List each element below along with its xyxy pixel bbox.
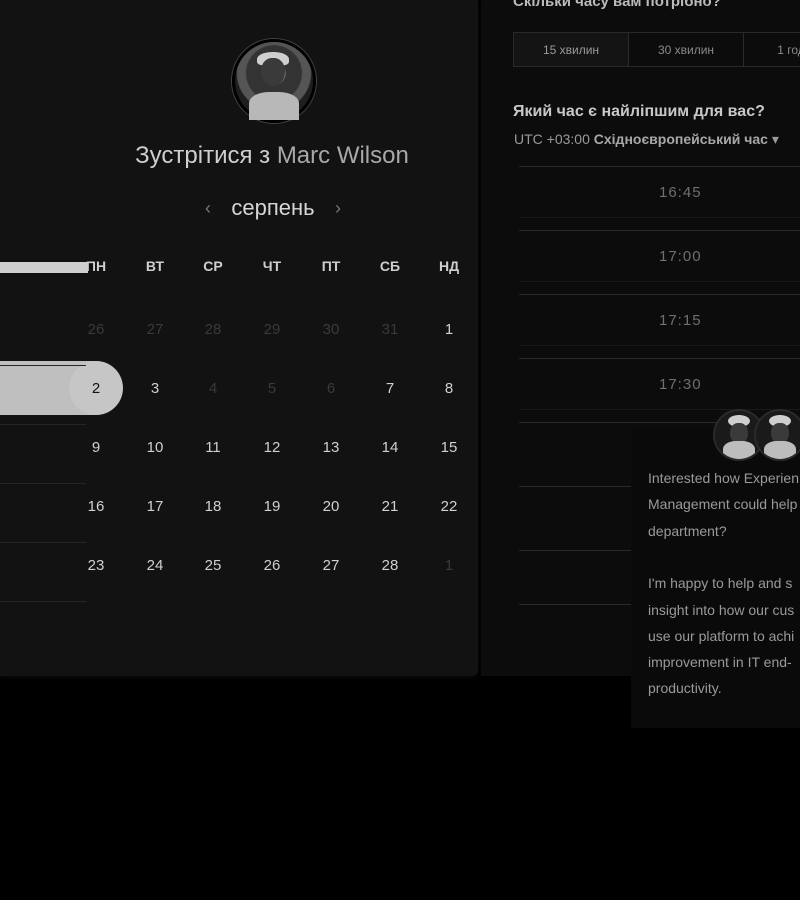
weekday-label: ПН — [85, 258, 107, 274]
avatar-face — [730, 423, 748, 443]
chat-message-line: productivity. — [648, 680, 722, 697]
calendar-day[interactable]: 15 — [429, 436, 469, 460]
avatar-face — [771, 423, 789, 443]
calendar-day: 4 — [208, 380, 218, 397]
calendar-day[interactable]: 20 — [311, 495, 351, 519]
weekday-label: ПТ — [321, 258, 341, 274]
calendar-day: 28 — [204, 321, 222, 338]
weekday-label: СБ — [379, 258, 401, 274]
calendar-day: 29 — [263, 321, 281, 338]
duration-option[interactable]: 30 хвилин — [629, 33, 744, 66]
meeting-title: Зустрітися з Marc Wilson — [0, 142, 478, 170]
time-slot[interactable]: 17:15 — [519, 294, 800, 346]
duration-option[interactable]: 1 година — [744, 33, 800, 66]
calendar-day[interactable]: 10 — [135, 436, 175, 460]
calendar-day[interactable]: 1 — [429, 318, 469, 342]
calendar-day[interactable]: 7 — [370, 377, 410, 401]
calendar-day: 6 — [326, 380, 336, 397]
next-month-icon[interactable]: › — [330, 198, 346, 219]
time-question: Який час є найліпшим для вас? — [513, 103, 765, 120]
calendar-day[interactable]: 17 — [135, 495, 175, 519]
week-divider — [0, 365, 86, 366]
calendar-day[interactable]: 26 — [252, 554, 292, 578]
calendar-day: 31 — [381, 321, 399, 338]
calendar-day[interactable]: 22 — [429, 495, 469, 519]
duration-option[interactable]: 15 хвилин — [514, 33, 629, 66]
avatar-body — [723, 441, 755, 459]
calendar-day[interactable]: 3 — [135, 377, 175, 401]
chat-message-line: insight into how our cus — [648, 601, 795, 618]
weekday-label: СР — [203, 258, 223, 274]
calendar-day[interactable]: 9 — [76, 436, 116, 460]
week-divider — [0, 424, 86, 425]
calendar-panel: Зустрітися з Marc Wilson ‹ серпень › ПН В… — [0, 0, 478, 676]
chat-message-line: department? — [648, 522, 727, 539]
avatar-body — [249, 92, 299, 120]
timezone-selector[interactable]: UTC +03:00 Східноєвропейський час ▾ — [514, 131, 779, 148]
calendar-day[interactable]: 8 — [429, 377, 469, 401]
calendar-day: 27 — [146, 321, 164, 338]
calendar-day[interactable]: 11 — [193, 436, 233, 460]
host-name: Marc Wilson — [276, 142, 409, 169]
meeting-title-prefix: Зустрітися з — [135, 142, 271, 169]
calendar-day[interactable]: 16 — [76, 495, 116, 519]
month-navigation: ‹ серпень › — [200, 192, 346, 224]
calendar-day[interactable]: 27 — [311, 554, 351, 578]
calendar-day[interactable]: 21 — [370, 495, 410, 519]
chevron-down-icon: ▾ — [771, 131, 779, 147]
calendar-day-selected[interactable]: 2 — [76, 377, 116, 401]
calendar-day[interactable]: 23 — [76, 554, 116, 578]
host-avatar — [232, 39, 316, 123]
calendar-day[interactable]: 14 — [370, 436, 410, 460]
avatar-body — [764, 441, 796, 459]
duration-selector: 15 хвилин30 хвилин1 година — [513, 32, 800, 67]
weekday-label: НД — [438, 258, 460, 274]
weekday-label: ВТ — [145, 258, 165, 274]
calendar-day[interactable]: 19 — [252, 495, 292, 519]
calendar-day[interactable]: 18 — [193, 495, 233, 519]
week-divider — [0, 601, 86, 602]
time-slot[interactable]: 17:00 — [519, 230, 800, 282]
calendar-day[interactable]: 13 — [311, 436, 351, 460]
calendar-day[interactable]: 12 — [252, 436, 292, 460]
calendar-day[interactable]: 28 — [370, 554, 410, 578]
week-divider — [0, 483, 86, 484]
prev-month-icon[interactable]: ‹ — [200, 198, 216, 219]
week-divider — [0, 542, 86, 543]
weekday-label: ЧТ — [262, 258, 282, 274]
avatar-face — [261, 58, 285, 86]
calendar-day: 30 — [322, 321, 340, 338]
chat-message-line: improvement in IT end- — [648, 654, 792, 671]
chat-message-line: I'm happy to help and s — [648, 575, 793, 592]
calendar-day[interactable]: 25 — [193, 554, 233, 578]
chat-message-line: Interested how Experien — [648, 470, 799, 486]
timezone-offset: UTC +03:00 — [514, 131, 590, 147]
calendar-day: 26 — [87, 321, 105, 338]
duration-question: Скільки часу вам потрібно? — [513, 0, 721, 10]
calendar-day: 5 — [267, 380, 277, 397]
calendar-day: 1 — [444, 557, 454, 574]
month-label: серпень — [231, 195, 315, 220]
chat-agent-avatar — [754, 409, 800, 461]
chat-message-line: use our platform to achi — [648, 627, 795, 644]
time-slot[interactable]: 17:30 — [519, 358, 800, 410]
time-slot[interactable]: 16:45 — [519, 166, 800, 218]
weekday-highlight-bar — [0, 262, 88, 273]
timezone-name: Східноєвропейський час — [593, 131, 768, 147]
calendar-day[interactable]: 24 — [135, 554, 175, 578]
chat-message-line: Management could help — [648, 496, 798, 513]
